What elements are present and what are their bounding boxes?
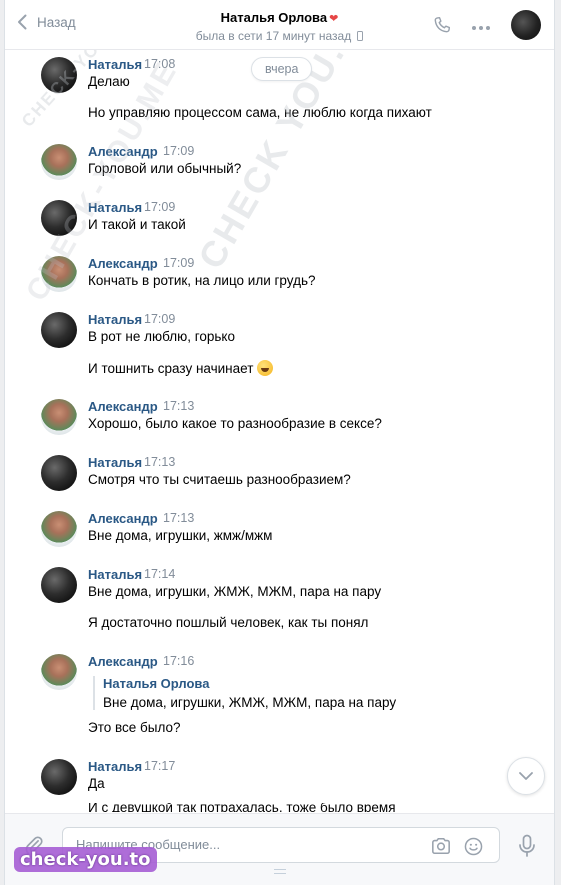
message-time[interactable]: 17:09 <box>163 256 194 270</box>
call-button[interactable] <box>432 15 452 38</box>
message-text: Хорошо, было какое то разнообразие в сек… <box>88 416 382 431</box>
avatar[interactable] <box>41 759 77 795</box>
message-text: Смотря что ты считаешь разнообразием? <box>88 472 351 487</box>
message-author[interactable]: Наталья <box>88 455 142 470</box>
message-author[interactable]: Александр <box>88 399 158 414</box>
message-author[interactable]: Наталья <box>88 567 142 582</box>
message-text: Кончать в ротик, на лицо или грудь? <box>88 273 316 288</box>
message-time[interactable]: 17:14 <box>144 567 175 581</box>
grinning-sweat-emoji-icon <box>257 360 274 376</box>
emoji-button[interactable] <box>463 836 484 860</box>
message-text: Это все было? <box>88 720 181 735</box>
smile-icon <box>464 837 483 856</box>
chat-header: Назад Наталья Орлова ❤ была в сети 17 мин… <box>5 0 554 50</box>
voice-message-button[interactable] <box>518 834 536 861</box>
chat-title: Наталья Орлова <box>220 10 328 25</box>
avatar[interactable] <box>41 312 77 348</box>
avatar[interactable] <box>41 455 77 491</box>
message-text: В рот не люблю, горько <box>88 329 235 344</box>
message-time[interactable]: 17:13 <box>163 511 194 525</box>
message-text: Вне дома, игрушки, жмж/мжм <box>88 528 273 543</box>
more-icon <box>472 26 490 30</box>
message-time[interactable]: 17:09 <box>144 312 175 326</box>
more-button[interactable] <box>471 19 491 34</box>
camera-button[interactable] <box>430 836 452 859</box>
watermark-logo: check-you.to <box>14 847 157 872</box>
message-author[interactable]: Александр <box>88 256 158 271</box>
message-text: Вне дома, игрушки, ЖМЖ, МЖМ, пара на пар… <box>88 584 382 599</box>
online-status-text: была в сети 17 минут назад <box>195 29 352 43</box>
quote-author[interactable]: Наталья Орлова <box>103 676 396 691</box>
phone-icon <box>434 16 451 33</box>
message-text: Я достаточно пошлый человек, как ты поня… <box>88 615 369 630</box>
camera-icon <box>432 837 450 855</box>
message-time[interactable]: 17:17 <box>144 759 175 773</box>
quote-text: Вне дома, игрушки, ЖМЖ, МЖМ, пара на пар… <box>103 695 397 710</box>
message-author[interactable]: Александр <box>88 654 158 669</box>
chevron-down-icon <box>519 772 533 780</box>
message-time[interactable]: 17:09 <box>163 144 194 158</box>
header-avatar[interactable] <box>511 10 541 40</box>
message-text: И тошнить сразу начинает <box>88 360 274 376</box>
message-author[interactable]: Наталья <box>88 759 142 774</box>
resize-grip[interactable] <box>274 869 286 874</box>
message-text: Делаю <box>88 74 130 89</box>
scroll-down-button[interactable] <box>507 757 545 795</box>
avatar[interactable] <box>41 399 77 435</box>
message-author[interactable]: Наталья <box>88 312 142 327</box>
message-time[interactable]: 17:13 <box>163 399 194 413</box>
message-text-partial-span: И с девушкой так потрахалась, тоже было … <box>88 803 396 812</box>
avatar[interactable] <box>41 144 77 180</box>
avatar[interactable] <box>41 654 77 690</box>
message-text: И такой и такой <box>88 217 186 232</box>
message-text-span: И тошнить сразу начинает <box>88 361 254 376</box>
avatar[interactable] <box>41 511 77 547</box>
heart-icon: ❤ <box>329 13 339 25</box>
date-separator: вчера <box>251 57 313 81</box>
message-time[interactable]: 17:09 <box>144 200 175 214</box>
microphone-icon <box>519 834 535 857</box>
message-text: Да <box>88 776 105 791</box>
message-author[interactable]: Александр <box>88 511 158 526</box>
message-text-partial: И с девушкой так потрахалась, тоже было … <box>88 803 428 812</box>
forwarded-quote[interactable]: Наталья Орлова Вне дома, игрушки, ЖМЖ, М… <box>93 676 396 710</box>
avatar[interactable] <box>41 567 77 603</box>
mobile-device-icon <box>357 31 364 41</box>
message-time[interactable]: 17:13 <box>144 455 175 469</box>
message-time[interactable]: 17:16 <box>163 654 194 668</box>
